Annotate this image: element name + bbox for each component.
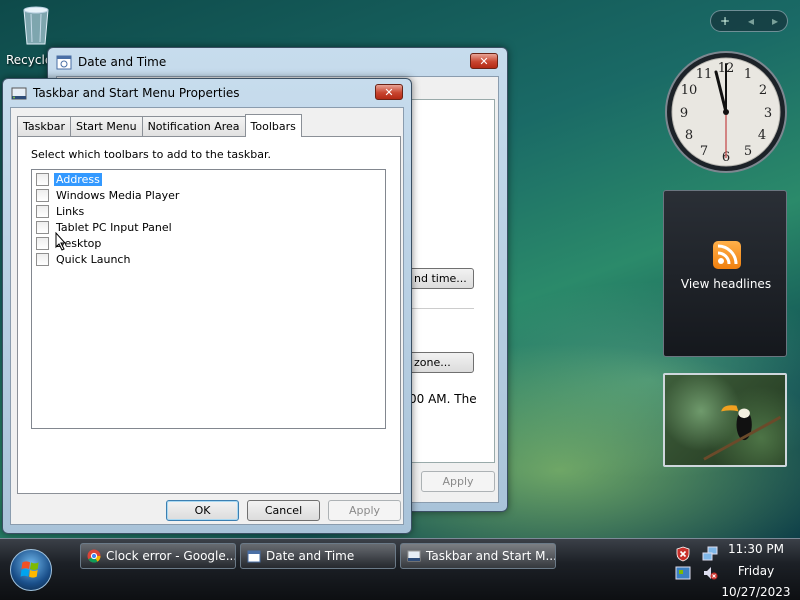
svg-text:3: 3 [764, 106, 772, 121]
taskbar-properties-icon [407, 550, 421, 562]
tray-time[interactable]: 11:30 PM [716, 542, 796, 556]
taskbar-button-chrome[interactable]: Clock error - Google... [80, 543, 236, 569]
chrome-icon [87, 549, 101, 563]
change-date-and-time-button[interactable]: nd time... [407, 268, 474, 289]
view-headlines-label[interactable]: View headlines [664, 277, 788, 291]
checkbox[interactable] [36, 220, 49, 234]
list-item-desktop[interactable]: Desktop [36, 235, 103, 251]
taskbar-button-taskbar-properties[interactable]: Taskbar and Start M... [400, 543, 556, 569]
windows-update-icon[interactable] [675, 565, 691, 581]
daylight-saving-text: 00 AM. The [409, 392, 477, 406]
tab-strip: Taskbar Start Menu Notification Area Too… [17, 114, 302, 137]
tab-toolbars[interactable]: Toolbars [244, 114, 302, 137]
previous-icon[interactable]: ◂ [748, 14, 754, 28]
svg-text:4: 4 [758, 128, 766, 143]
svg-text:8: 8 [685, 128, 693, 143]
list-item-quick-launch[interactable]: Quick Launch [36, 251, 132, 267]
svg-text:1: 1 [744, 67, 752, 82]
security-alert-icon[interactable] [675, 546, 691, 562]
close-button[interactable]: ✕ [375, 84, 403, 100]
calendar-clock-icon [247, 550, 261, 563]
toucan-image [703, 405, 782, 461]
taskbar-button-label: Date and Time [266, 549, 355, 563]
calendar-clock-icon [56, 55, 72, 70]
tab-notification-area[interactable]: Notification Area [141, 116, 246, 136]
close-button[interactable]: ✕ [470, 53, 498, 69]
apply-button[interactable]: Apply [328, 500, 401, 521]
rss-icon [713, 241, 741, 269]
list-item-label: Links [56, 204, 85, 218]
list-item-label: Address [54, 172, 102, 186]
checkbox[interactable] [36, 204, 49, 218]
taskbar-properties-titlebar[interactable]: Taskbar and Start Menu Properties [3, 79, 411, 107]
next-icon[interactable]: ▸ [772, 14, 778, 28]
clock-gadget[interactable]: 1212 345 678 91011 [664, 50, 788, 174]
svg-text:5: 5 [744, 144, 752, 159]
feed-headlines-gadget[interactable]: View headlines [663, 190, 787, 357]
list-item-links[interactable]: Links [36, 203, 86, 219]
tray-date[interactable]: 10/27/2023 [716, 585, 796, 599]
taskbar-properties-icon [11, 87, 27, 100]
taskbar-properties-title: Taskbar and Start Menu Properties [33, 86, 240, 100]
sidebar-controls: + ◂ ▸ [710, 10, 788, 32]
ok-button[interactable]: OK [166, 500, 239, 521]
add-gadget-icon[interactable]: + [720, 14, 730, 28]
toolbars-list[interactable]: Address Windows Media Player Links Table… [31, 169, 386, 429]
tab-taskbar[interactable]: Taskbar [17, 116, 71, 136]
slideshow-gadget[interactable] [663, 373, 787, 467]
cancel-button[interactable]: Cancel [247, 500, 320, 521]
windows-logo-icon [20, 561, 39, 578]
svg-text:7: 7 [700, 144, 708, 159]
date-and-time-titlebar[interactable]: Date and Time [48, 48, 507, 76]
date-and-time-title: Date and Time [78, 55, 167, 69]
taskbar-button-label: Clock error - Google... [106, 549, 236, 563]
tray-day[interactable]: Friday [716, 564, 796, 578]
toolbars-instruction: Select which toolbars to add to the task… [31, 148, 271, 161]
apply-button[interactable]: Apply [421, 471, 495, 492]
start-button[interactable] [10, 549, 52, 591]
list-item-label: Windows Media Player [56, 188, 180, 202]
separator [407, 308, 474, 309]
list-item-windows-media-player[interactable]: Windows Media Player [36, 187, 181, 203]
taskbar-button-date-and-time[interactable]: Date and Time [240, 543, 396, 569]
change-time-zone-button[interactable]: zone... [407, 352, 474, 373]
taskbar-properties-window: Taskbar and Start Menu Properties ✕ Task… [2, 78, 412, 534]
list-item-address[interactable]: Address [36, 171, 102, 187]
checkbox[interactable] [36, 236, 49, 250]
taskbar-properties-client: Taskbar Start Menu Notification Area Too… [10, 107, 404, 525]
list-item-label: Quick Launch [56, 252, 131, 266]
recycle-bin-icon [23, 6, 49, 45]
svg-text:9: 9 [680, 106, 688, 121]
svg-text:10: 10 [681, 83, 698, 98]
toolbars-tab-panel: Select which toolbars to add to the task… [17, 136, 401, 494]
svg-text:2: 2 [759, 83, 767, 98]
svg-text:11: 11 [696, 67, 713, 82]
checkbox[interactable] [36, 252, 49, 266]
tab-start-menu[interactable]: Start Menu [70, 116, 143, 136]
list-item-label: Tablet PC Input Panel [56, 220, 172, 234]
checkbox[interactable] [36, 172, 49, 186]
mouse-cursor-icon [55, 232, 67, 251]
checkbox[interactable] [36, 188, 49, 202]
taskbar-button-label: Taskbar and Start M... [426, 549, 556, 563]
taskbar: Clock error - Google... Date and Time Ta… [0, 538, 800, 600]
